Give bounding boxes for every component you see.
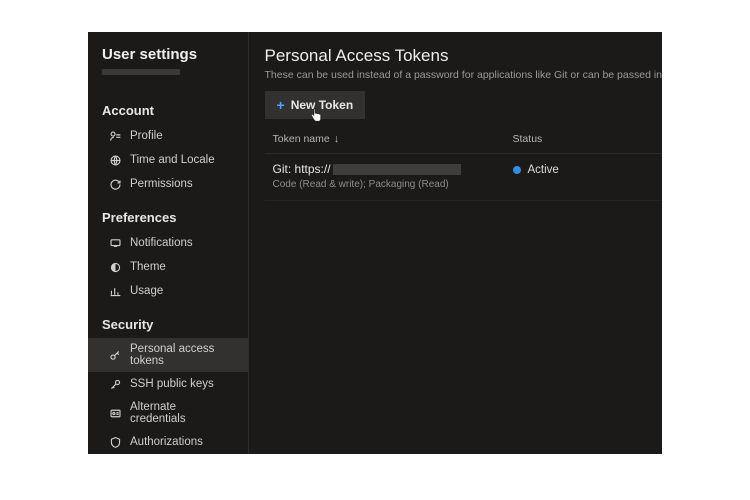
sidebar-item-alternate-credentials[interactable]: Alternate credentials — [88, 396, 248, 430]
redacted-token-url — [333, 164, 461, 175]
section-security: Security — [88, 309, 248, 338]
sidebar-item-profile[interactable]: Profile — [88, 124, 248, 148]
section-preferences: Preferences — [88, 202, 248, 231]
status-label: Active — [528, 164, 559, 176]
token-name-cell: Git: https:// Code (Read & write); Packa… — [273, 162, 513, 190]
sidebar-item-notifications[interactable]: Notifications — [88, 231, 248, 255]
plus-icon: + — [277, 98, 285, 112]
new-token-label: New Token — [291, 98, 353, 112]
token-status-cell: Active — [513, 162, 654, 176]
alt-icon — [108, 406, 122, 420]
token-name-prefix: Git: https:// — [273, 162, 331, 176]
sidebar-item-label: Notifications — [130, 237, 193, 249]
ssh-icon — [108, 377, 122, 391]
profile-icon — [108, 129, 122, 143]
sidebar-item-usage[interactable]: Usage — [88, 279, 248, 303]
sidebar-title: User settings — [88, 46, 248, 67]
theme-icon — [108, 260, 122, 274]
sidebar-item-label: Time and Locale — [130, 154, 215, 166]
sidebar-item-label: SSH public keys — [130, 378, 214, 390]
refresh-icon — [108, 177, 122, 191]
page-title: Personal Access Tokens — [265, 46, 662, 66]
column-label: Status — [513, 133, 543, 145]
page-subtitle: These can be used instead of a password … — [265, 69, 662, 81]
redacted-user — [102, 69, 180, 75]
globe-icon — [108, 153, 122, 167]
bell-icon — [108, 236, 122, 250]
shield-icon — [108, 435, 122, 449]
new-token-button[interactable]: + New Token — [265, 91, 366, 119]
token-scopes: Code (Read & write); Packaging (Read) — [273, 179, 513, 190]
token-row[interactable]: Git: https:// Code (Read & write); Packa… — [265, 154, 662, 201]
token-name: Git: https:// — [273, 162, 513, 176]
key-icon — [108, 348, 122, 362]
sidebar: User settings Account Profile Time and L… — [88, 32, 249, 454]
sidebar-item-authorizations[interactable]: Authorizations — [88, 430, 248, 454]
column-header-status[interactable]: Status — [513, 133, 654, 145]
app-window: User settings Account Profile Time and L… — [88, 32, 662, 454]
sort-down-icon: ↓ — [334, 133, 340, 145]
sidebar-item-label: Permissions — [130, 178, 193, 190]
sidebar-item-label: Theme — [130, 261, 166, 273]
sidebar-item-permissions[interactable]: Permissions — [88, 172, 248, 196]
section-account: Account — [88, 95, 248, 124]
sidebar-item-label: Authorizations — [130, 436, 203, 448]
sidebar-item-label: Usage — [130, 285, 163, 297]
sidebar-item-personal-access-tokens[interactable]: Personal access tokens — [88, 338, 248, 372]
sidebar-item-label: Alternate credentials — [130, 401, 234, 425]
sidebar-item-ssh-public-keys[interactable]: SSH public keys — [88, 372, 248, 396]
main-content: Personal Access Tokens These can be used… — [249, 32, 662, 454]
sidebar-item-label: Profile — [130, 130, 163, 142]
column-header-token-name[interactable]: Token name ↓ — [273, 133, 513, 145]
sidebar-item-theme[interactable]: Theme — [88, 255, 248, 279]
chart-icon — [108, 284, 122, 298]
column-label: Token name — [273, 133, 330, 145]
sidebar-item-time-locale[interactable]: Time and Locale — [88, 148, 248, 172]
tokens-table-header: Token name ↓ Status — [265, 123, 662, 154]
sidebar-item-label: Personal access tokens — [130, 343, 234, 367]
status-dot-icon — [513, 166, 521, 174]
